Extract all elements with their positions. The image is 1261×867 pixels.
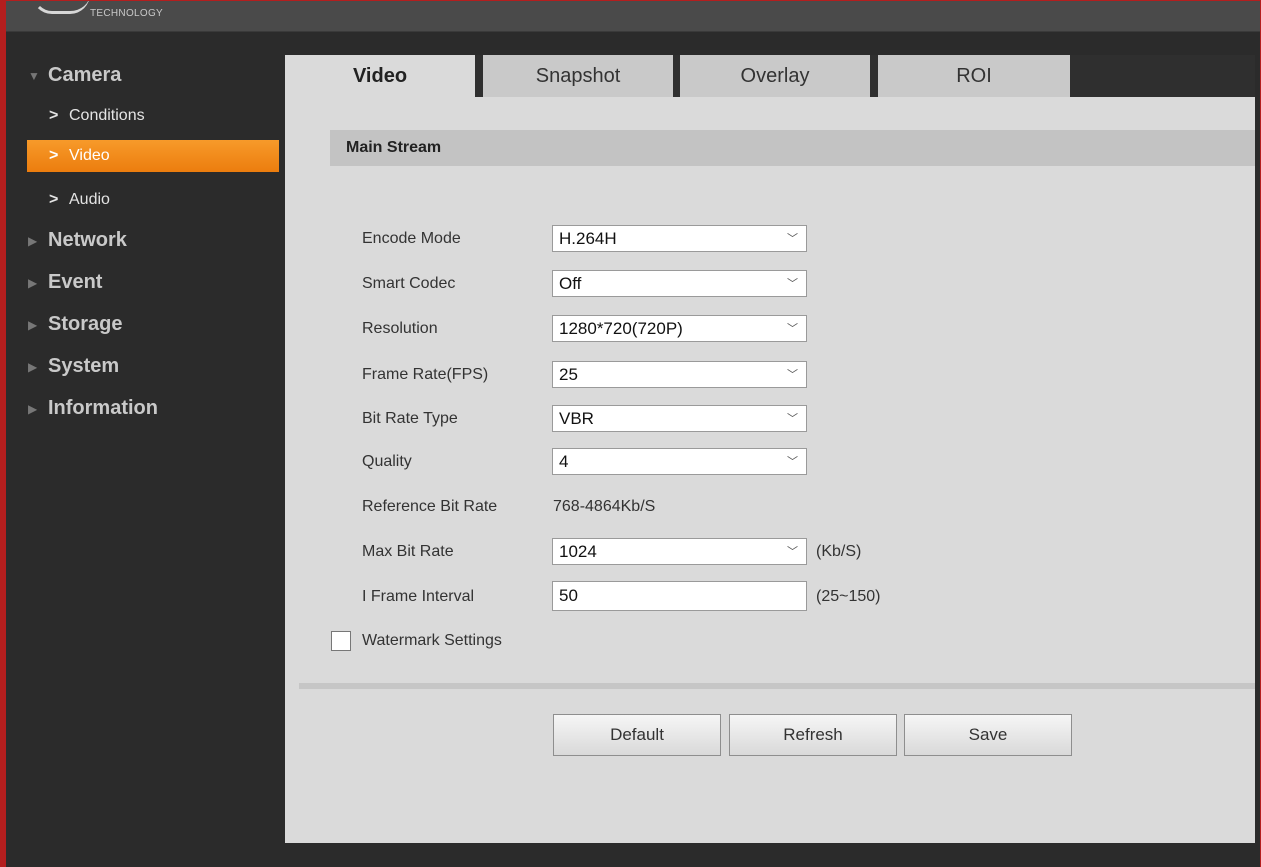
tab-bar: Video Snapshot Overlay ROI bbox=[285, 55, 1255, 97]
quality-select[interactable]: 4 ﹀ bbox=[552, 448, 807, 475]
chevron-right-icon: > bbox=[49, 107, 59, 124]
logo-text: TECHNOLOGY bbox=[90, 8, 164, 19]
header-bar: TECHNOLOGY bbox=[0, 0, 1261, 32]
chevron-down-icon: ﹀ bbox=[787, 546, 798, 558]
sidebar-subitem-label: Conditions bbox=[69, 107, 145, 124]
watermark-label: Watermark Settings bbox=[362, 632, 502, 649]
chevron-down-icon: ﹀ bbox=[787, 413, 798, 425]
quality-label: Quality bbox=[362, 453, 412, 470]
chevron-right-icon: > bbox=[49, 147, 59, 164]
sidebar: ▼ Camera > Conditions > Video > Audio ▶ Netwo… bbox=[0, 33, 285, 867]
triangle-right-icon: ▶ bbox=[28, 275, 38, 290]
tab-roi[interactable]: ROI bbox=[878, 55, 1070, 97]
sidebar-subitem-label: Video bbox=[69, 147, 110, 164]
sidebar-item-system[interactable]: ▶ System bbox=[28, 349, 119, 383]
sidebar-subitem-video[interactable]: > Video bbox=[27, 140, 279, 172]
quality-value: 4 bbox=[559, 452, 569, 471]
frame-rate-select[interactable]: 25 ﹀ bbox=[552, 361, 807, 388]
i-frame-interval-label: I Frame Interval bbox=[362, 588, 475, 605]
tab-snapshot[interactable]: Snapshot bbox=[483, 55, 673, 97]
encode-mode-value: H.264H bbox=[559, 229, 617, 248]
sidebar-subitem-conditions[interactable]: > Conditions bbox=[27, 100, 279, 132]
encode-mode-select[interactable]: H.264H ﹀ bbox=[552, 225, 807, 252]
sidebar-item-network[interactable]: ▶ Network bbox=[28, 223, 127, 257]
bit-rate-type-value: VBR bbox=[559, 409, 594, 428]
i-frame-interval-range: (25~150) bbox=[816, 588, 881, 605]
main-panel: Video Snapshot Overlay ROI Main Stream E… bbox=[285, 55, 1255, 843]
resolution-value: 1280*720(720P) bbox=[559, 319, 683, 338]
max-bit-rate-label: Max Bit Rate bbox=[362, 543, 454, 560]
max-bit-rate-select[interactable]: 1024 ﹀ bbox=[552, 538, 807, 565]
tab-video[interactable]: Video bbox=[285, 55, 475, 97]
chevron-down-icon: ﹀ bbox=[787, 456, 798, 468]
sidebar-item-information[interactable]: ▶ Information bbox=[28, 391, 158, 425]
sidebar-item-label: System bbox=[48, 355, 120, 377]
reference-bit-rate-label: Reference Bit Rate bbox=[362, 498, 498, 515]
sidebar-item-label: Event bbox=[48, 271, 103, 293]
resolution-select[interactable]: 1280*720(720P) ﹀ bbox=[552, 315, 807, 342]
logo-arc-icon bbox=[32, 0, 90, 14]
triangle-down-icon: ▼ bbox=[28, 68, 40, 83]
sidebar-item-label: Information bbox=[48, 397, 158, 419]
smart-codec-select[interactable]: Off ﹀ bbox=[552, 270, 807, 297]
bit-rate-type-select[interactable]: VBR ﹀ bbox=[552, 405, 807, 432]
refresh-button[interactable]: Refresh bbox=[729, 714, 897, 756]
triangle-right-icon: ▶ bbox=[28, 401, 38, 416]
smart-codec-label: Smart Codec bbox=[362, 275, 456, 292]
max-bit-rate-unit: (Kb/S) bbox=[816, 543, 862, 560]
sidebar-item-camera[interactable]: ▼ Camera bbox=[28, 58, 121, 92]
chevron-right-icon: > bbox=[49, 191, 59, 208]
watermark-checkbox[interactable] bbox=[331, 631, 351, 651]
triangle-right-icon: ▶ bbox=[28, 359, 38, 374]
section-title-main-stream: Main Stream bbox=[330, 130, 1255, 166]
bit-rate-type-label: Bit Rate Type bbox=[362, 410, 458, 427]
max-bit-rate-value: 1024 bbox=[559, 542, 597, 561]
tab-overlay[interactable]: Overlay bbox=[680, 55, 870, 97]
save-button[interactable]: Save bbox=[904, 714, 1072, 756]
smart-codec-value: Off bbox=[559, 274, 582, 293]
frame-rate-value: 25 bbox=[559, 365, 578, 384]
chevron-down-icon: ﹀ bbox=[787, 323, 798, 335]
i-frame-interval-input[interactable]: 50 bbox=[552, 581, 807, 611]
sidebar-subitem-label: Audio bbox=[69, 191, 110, 208]
sidebar-item-storage[interactable]: ▶ Storage bbox=[28, 307, 122, 341]
sidebar-subitem-audio[interactable]: > Audio bbox=[27, 184, 279, 216]
sidebar-item-label: Camera bbox=[48, 64, 122, 86]
triangle-right-icon: ▶ bbox=[28, 317, 38, 332]
default-button[interactable]: Default bbox=[553, 714, 721, 756]
reference-bit-rate-value: 768-4864Kb/S bbox=[553, 498, 656, 515]
chevron-down-icon: ﹀ bbox=[787, 369, 798, 381]
sidebar-item-label: Network bbox=[48, 229, 127, 251]
sidebar-item-event[interactable]: ▶ Event bbox=[28, 265, 102, 299]
encode-mode-label: Encode Mode bbox=[362, 230, 461, 247]
resolution-label: Resolution bbox=[362, 320, 438, 337]
sidebar-item-label: Storage bbox=[48, 313, 123, 335]
frame-rate-label: Frame Rate(FPS) bbox=[362, 366, 489, 383]
triangle-right-icon: ▶ bbox=[28, 233, 38, 248]
divider bbox=[299, 683, 1255, 689]
chevron-down-icon: ﹀ bbox=[787, 233, 798, 245]
chevron-down-icon: ﹀ bbox=[787, 278, 798, 290]
brand-logo: TECHNOLOGY bbox=[14, 0, 204, 32]
